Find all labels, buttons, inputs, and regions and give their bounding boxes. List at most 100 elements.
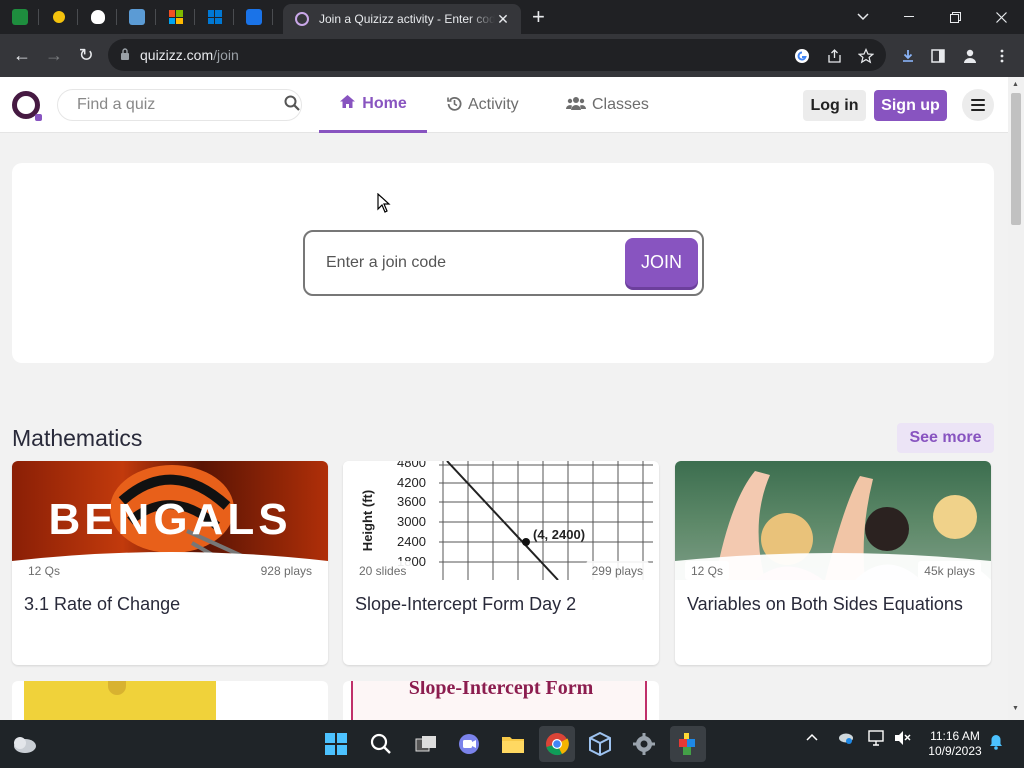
quiz-card[interactable] [12, 681, 328, 720]
point-label: (4, 2400) [533, 527, 586, 542]
tab-search-icon[interactable] [840, 0, 886, 34]
start-button-icon[interactable] [318, 726, 354, 762]
y-axis-label: Height (ft) [360, 489, 376, 552]
scrollbar-thumb[interactable] [1011, 93, 1021, 225]
tab-classes[interactable]: Classes [566, 77, 649, 133]
close-tab-icon[interactable]: ✕ [495, 11, 511, 28]
address-bar[interactable]: quizizz.com/join [108, 39, 886, 71]
quiz-card-title: Slope-Intercept Form Day 2 [355, 594, 577, 614]
pinned-tab[interactable] [195, 0, 234, 34]
search-icon[interactable] [284, 95, 300, 116]
chrome-menu-icon[interactable] [990, 44, 1014, 68]
task-view-icon[interactable] [408, 726, 444, 762]
show-hidden-icons-chevron-icon[interactable] [806, 730, 818, 744]
login-button[interactable]: Log in [803, 90, 866, 121]
minimize-window-icon[interactable] [886, 0, 932, 34]
search-input[interactable] [77, 96, 284, 114]
quiz-card[interactable]: BENGALS 12 Qs 928 plays 3.1 Rate of Chan… [12, 461, 328, 665]
url-path: /join [213, 47, 239, 63]
clock-date: 10/9/2023 [928, 744, 982, 758]
join-card: JOIN [12, 163, 994, 363]
y-tick-label: 3600 [397, 494, 426, 509]
reload-button[interactable]: ↻ [70, 40, 102, 72]
card-thumb-text: Slope-Intercept Form [408, 681, 594, 699]
pinned-tab[interactable] [156, 0, 195, 34]
hamburger-menu-icon[interactable] [962, 89, 994, 121]
users-icon [566, 96, 586, 114]
bookmark-star-icon[interactable] [854, 44, 878, 68]
quiz-search[interactable] [57, 89, 302, 121]
weather-widget-icon[interactable] [6, 726, 42, 762]
y-tick-label: 4200 [397, 475, 426, 490]
network-display-icon[interactable] [868, 730, 886, 749]
join-code-input[interactable] [313, 238, 618, 288]
back-button[interactable]: ← [6, 40, 38, 72]
new-tab-button[interactable]: + [532, 6, 545, 28]
teams-chat-icon[interactable] [451, 726, 487, 762]
quiz-thumbnail: Slope-Intercept Form [351, 681, 647, 720]
notification-bell-icon[interactable] [989, 734, 1003, 753]
home-icon [339, 94, 356, 113]
page-scrollbar[interactable]: ▲ ▼ [1008, 77, 1024, 720]
history-icon [447, 96, 462, 115]
signup-button[interactable]: Sign up [874, 90, 947, 121]
profile-avatar-icon[interactable] [958, 44, 982, 68]
close-window-icon[interactable] [978, 0, 1024, 34]
side-panel-icon[interactable] [926, 44, 950, 68]
see-more-button[interactable]: See more [897, 423, 994, 453]
clock-time: 11:16 AM [930, 729, 980, 743]
plays-badge: 45k plays [918, 561, 981, 580]
pinned-tab[interactable] [39, 0, 78, 34]
scroll-up-icon[interactable]: ▲ [1012, 81, 1019, 88]
pinned-tab[interactable] [117, 0, 156, 34]
tab-home[interactable]: Home [319, 77, 427, 133]
pinned-tab[interactable] [0, 0, 39, 34]
quizizz-logo[interactable] [12, 91, 42, 121]
share-icon[interactable] [822, 44, 846, 68]
taskbar-search-icon[interactable] [363, 726, 399, 762]
forward-button[interactable]: → [38, 40, 70, 72]
tab-home-label: Home [362, 94, 407, 112]
quiz-card-title: 3.1 Rate of Change [24, 594, 181, 614]
pinned-tab[interactable] [78, 0, 117, 34]
quiz-card[interactable]: Slope-Intercept Form [343, 681, 659, 720]
onedrive-icon[interactable] [836, 730, 854, 747]
extension-download-icon[interactable] [896, 44, 920, 68]
question-count-badge: 12 Qs [22, 561, 67, 580]
google-lens-icon[interactable] [790, 44, 814, 68]
restore-window-icon[interactable] [932, 0, 978, 34]
url-text: quizizz.com/join [140, 47, 239, 63]
plays-badge: 299 plays [585, 561, 649, 580]
pinned-tab[interactable] [234, 0, 273, 34]
sheets-icon [11, 9, 28, 25]
chrome-taskbar-icon[interactable] [539, 726, 575, 762]
virtualbox-icon[interactable] [582, 726, 618, 762]
mouse-cursor [377, 193, 391, 213]
site-header: Home Activity Classes Log in Sign up [0, 77, 1008, 133]
quiz-card[interactable]: Height (ft) 4800 4200 3600 3000 2400 180… [343, 461, 659, 665]
join-button[interactable]: JOIN [625, 238, 698, 287]
slide-count-badge: 20 slides [353, 561, 413, 580]
volume-muted-icon[interactable] [894, 730, 912, 749]
windows-logo-icon [168, 10, 183, 24]
quiz-card-title: Variables on Both Sides Equations [687, 594, 963, 614]
lock-icon [120, 47, 130, 63]
tab-activity[interactable]: Activity [447, 77, 519, 133]
remote-desktop-icon [128, 9, 145, 25]
quizizz-favicon-icon [295, 12, 309, 26]
tab-classes-label: Classes [592, 96, 649, 113]
scroll-down-icon[interactable]: ▼ [1012, 705, 1019, 712]
url-domain: quizizz.com [140, 47, 214, 63]
quiz-card[interactable]: 12 Qs 45k plays Variables on Both Sides … [675, 461, 991, 665]
active-browser-tab[interactable]: Join a Quizizz activity - Enter code ✕ [283, 4, 521, 34]
join-code-box: JOIN [303, 230, 704, 296]
system-clock[interactable]: 11:16 AM 10/9/2023 [922, 729, 988, 759]
settings-gear-icon[interactable] [626, 726, 662, 762]
page-content: Home Activity Classes Log in Sign up JOI… [0, 77, 1008, 720]
rubiks-app-icon[interactable] [670, 726, 706, 762]
yellow-app-icon [52, 11, 65, 23]
file-explorer-icon[interactable] [495, 726, 531, 762]
tab-title: Join a Quizizz activity - Enter code [319, 12, 495, 26]
card-thumb-text: BENGALS [48, 495, 292, 544]
y-tick-label: 2400 [397, 534, 426, 549]
